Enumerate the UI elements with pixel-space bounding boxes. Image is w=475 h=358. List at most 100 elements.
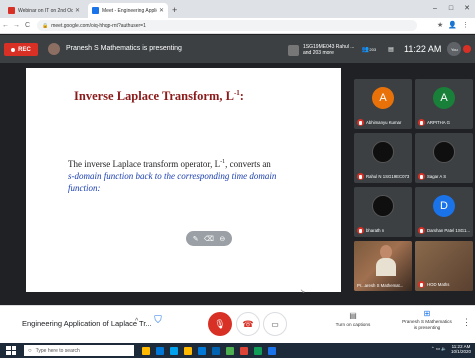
new-tab-button[interactable]: +: [172, 5, 177, 15]
participant-photo-avatar: [372, 195, 394, 217]
muted-mic-icon: [357, 119, 364, 126]
lock-icon: 🔒: [42, 22, 49, 29]
menu-icon[interactable]: ⋮: [462, 21, 469, 29]
window-controls: – □ ✕: [427, 0, 475, 18]
forward-button[interactable]: →: [11, 22, 22, 29]
participant-tile[interactable]: A Abhimanyu Kumar: [354, 79, 412, 129]
tab-meet[interactable]: Meet - Engineering Applicati ✕: [88, 3, 168, 18]
taskbar-search[interactable]: ○ Type here to search: [24, 345, 134, 356]
participant-name: Rahul N 1SG19EC073: [366, 174, 410, 179]
other-presenter-chip[interactable]: 1SG19ME043 Rahul ... and 203 more: [288, 42, 358, 58]
taskbar-app-icon[interactable]: [170, 346, 178, 355]
tab-label: Webinar on IT on 2nd October 2: [18, 7, 73, 14]
leave-call-button[interactable]: ☎: [236, 312, 260, 336]
present-now-button[interactable]: ⊞ Pranesh S Mathematics is presenting: [400, 309, 454, 331]
participant-video-tile[interactable]: HOD Maths: [415, 241, 473, 291]
muted-mic-icon: [418, 281, 425, 288]
muted-mic-icon: [418, 173, 425, 180]
taskbar-app-icon[interactable]: [254, 346, 262, 355]
presenting-label-2: is presenting: [413, 325, 441, 330]
pen-icon[interactable]: ✎: [193, 235, 199, 243]
muted-mic-icon: [418, 227, 425, 234]
minimize-button[interactable]: –: [427, 0, 443, 18]
meet-top-bar: REC Pranesh S Mathematics is presenting …: [0, 35, 475, 63]
present-screen-icon: ⊞: [423, 309, 431, 318]
back-button[interactable]: ←: [0, 22, 11, 29]
presenting-text: Pranesh S Mathematics is presenting: [66, 45, 182, 52]
close-window-button[interactable]: ✕: [459, 0, 475, 18]
presenting-label: Pranesh S Mathematics: [402, 319, 452, 324]
self-avatar[interactable]: You: [447, 42, 462, 56]
taskbar-app-icon[interactable]: [268, 346, 276, 355]
taskbar-clock[interactable]: 11:22 AM 10/1/2020: [451, 344, 471, 354]
taskbar-app-icon[interactable]: [142, 346, 150, 355]
close-tab-icon[interactable]: ✕: [75, 7, 80, 14]
slide-body-text: The inverse Laplace transform operator, …: [68, 159, 221, 169]
shield-icon[interactable]: ⛉: [151, 315, 165, 331]
participant-tile[interactable]: bharath n: [354, 187, 412, 237]
participant-tile[interactable]: D Darshan Patel 1SG1...: [415, 187, 473, 237]
participant-name: ARPITHA G: [427, 120, 450, 125]
participant-tile[interactable]: Rahul N 1SG19EC073: [354, 133, 412, 183]
taskbar-app-icon[interactable]: [226, 346, 234, 355]
maximize-button[interactable]: □: [443, 0, 459, 18]
gmail-icon: [8, 7, 15, 14]
chat-icon[interactable]: ▤: [380, 46, 402, 53]
captions-icon: ▤: [349, 311, 357, 320]
participant-name: Darshan Patel 1SG1...: [427, 228, 470, 233]
mic-toggle-button[interactable]: 🎙: [208, 312, 232, 336]
slide-title-end: :: [239, 89, 244, 104]
reload-button[interactable]: C: [22, 22, 33, 29]
participant-avatar: A: [372, 87, 394, 109]
slide-body-text-2: , converts an: [225, 159, 271, 169]
close-tab-icon[interactable]: ✕: [159, 7, 164, 14]
participant-photo-avatar: [372, 141, 394, 163]
taskbar-app-icon[interactable]: [198, 346, 206, 355]
meet-area: REC Pranesh S Mathematics is presenting …: [0, 35, 475, 338]
bookmark-star-icon[interactable]: ★: [437, 21, 443, 29]
participant-photo-avatar: [433, 141, 455, 163]
participant-name: bharath n: [366, 228, 385, 233]
mouse-cursor-icon: ↘: [300, 289, 306, 295]
participant-name: HOD Maths: [427, 282, 450, 287]
taskbar-date: 10/1/2020: [450, 349, 471, 354]
participants-count: 203: [369, 46, 377, 52]
taskbar-app-icon[interactable]: [184, 346, 192, 355]
profile-icon[interactable]: 👤: [448, 21, 457, 29]
url-field[interactable]: 🔒 meet.google.com/oiq-hhqp-rnt?authuser=…: [37, 20, 417, 31]
more-options-icon[interactable]: ⋮: [462, 317, 471, 328]
participant-tile[interactable]: Sagar A S: [415, 133, 473, 183]
mic-off-icon: 🎙: [214, 318, 226, 329]
chevron-up-icon[interactable]: ^: [135, 318, 138, 325]
meeting-title[interactable]: Engineering Application of Laplace Tr...: [22, 319, 152, 328]
captions-button[interactable]: ▤ Turn on captions: [330, 311, 376, 327]
participant-video-tile[interactable]: Pr...aresh S Mathemat...: [354, 241, 412, 291]
slide-body: The inverse Laplace transform operator, …: [68, 156, 308, 194]
participant-avatar: D: [433, 195, 455, 217]
camera-toggle-button[interactable]: ▭: [263, 312, 287, 336]
muted-mic-icon: [418, 119, 425, 126]
participants-icon[interactable]: 👥203: [358, 46, 380, 53]
eraser-icon[interactable]: ⌫: [204, 235, 214, 243]
browser-window: Webinar on IT on 2nd October 2 ✕ Meet - …: [0, 0, 475, 343]
url-text: meet.google.com/oiq-hhqp-rnt?authuser=1: [51, 22, 146, 29]
participant-name: Abhimanyu Kumar: [366, 120, 402, 125]
windows-start-icon[interactable]: [6, 346, 16, 355]
tab-webinar[interactable]: Webinar on IT on 2nd October 2 ✕: [4, 3, 84, 18]
participant-name: Sagar A S: [427, 174, 447, 179]
participant-tile[interactable]: A ARPITHA G: [415, 79, 473, 129]
other-presenter-sub: and 203 more: [303, 50, 334, 56]
taskbar-app-icon[interactable]: [240, 346, 248, 355]
presentation-slide: Inverse Laplace Transform, L-1: The inve…: [26, 68, 341, 295]
taskbar-app-icon[interactable]: [212, 346, 220, 355]
system-tray: ⌃ ▭ 🔈 11:22 AM 10/1/2020: [431, 344, 471, 354]
remove-icon[interactable]: ⊖: [219, 235, 225, 243]
meet-control-bar: Engineering Application of Laplace Tr...…: [0, 305, 475, 343]
address-bar: ← → C 🔒 meet.google.com/oiq-hhqp-rnt?aut…: [0, 18, 475, 34]
slide-title: Inverse Laplace Transform, L-1:: [74, 89, 244, 104]
muted-mic-icon: [357, 227, 364, 234]
muted-mic-icon: [357, 173, 364, 180]
search-placeholder: Type here to search: [35, 347, 80, 354]
taskbar-app-icon[interactable]: [156, 346, 164, 355]
meet-icon: [92, 7, 99, 14]
